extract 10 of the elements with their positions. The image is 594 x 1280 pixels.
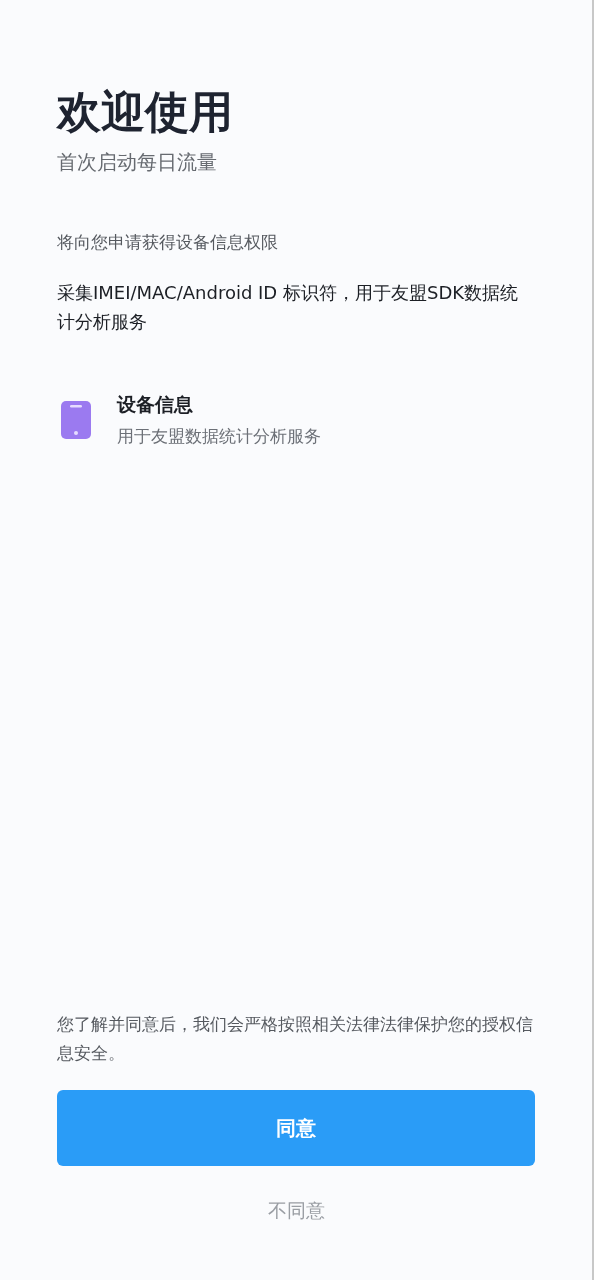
subtitle: 首次启动每日流量 <box>57 149 218 176</box>
description-text: 采集IMEI/MAC/Android ID 标识符，用于友盟SDK数据统计分析服务 <box>57 281 520 334</box>
welcome-title: 欢迎使用 <box>57 85 234 139</box>
permission-request-text: 将向您申请获得设备信息权限 <box>57 231 279 254</box>
disagree-button[interactable]: 不同意 <box>267 1198 325 1224</box>
phone-icon <box>61 401 91 439</box>
permission-detail: 用于友盟数据统计分析服务 <box>117 425 321 448</box>
agree-button[interactable]: 同意 <box>57 1090 535 1166</box>
notice-text: 您了解并同意后，我们会严格按照相关法律法律保护您的授权信息安全。 <box>57 1013 534 1065</box>
permission-name: 设备信息 <box>117 392 194 416</box>
